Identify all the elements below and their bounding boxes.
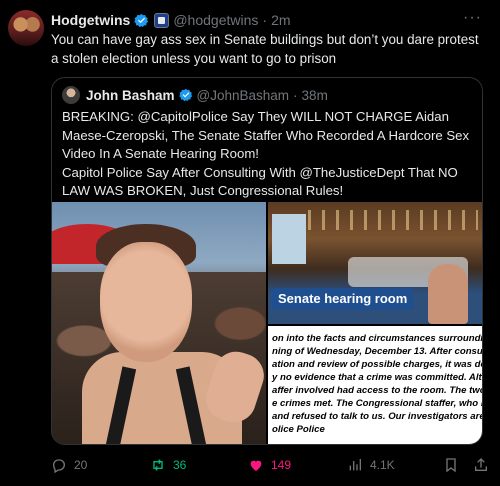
reply-icon [52,459,66,473]
quoted-author-handle[interactable]: @JohnBasham [197,88,290,103]
quoted-text-line: Maese-Czeropski, The Senate Staffer Who … [62,127,470,143]
tweet-text: You can have gay ass sex in Senate build… [51,32,479,66]
heart-icon [250,460,262,471]
views-count: 4.1K [370,458,395,472]
author-avatar[interactable] [8,10,44,46]
tweet[interactable]: Hodgetwins @hodgetwins · 2m ··· You can … [0,0,500,486]
more-options-icon[interactable]: ··· [463,9,482,27]
quoted-tweet-timestamp[interactable]: 38m [302,88,328,103]
author-name[interactable]: Hodgetwins [51,12,130,28]
like-button[interactable]: 149 [248,456,291,474]
share-button[interactable] [473,456,496,474]
tweet-timestamp[interactable]: 2m [271,12,290,28]
separator-dot: · [293,87,298,103]
room-screen [272,214,306,264]
person-face-shape [100,242,192,362]
quoted-text-line: BREAKING: @CapitolPolice Say They WILL N… [62,109,449,124]
document-line: ation and review of possible charges, it… [272,359,482,370]
verified-badge-icon [134,13,149,27]
photo-caption-label: Senate hearing room [272,288,414,310]
verified-badge-icon [178,88,192,102]
photo-document[interactable]: on into the facts and circumstances surr… [268,326,482,444]
quoted-text-line: LAW WAS BROKEN, Just Congressional Rules… [62,183,344,198]
quoted-author-name[interactable]: John Basham [86,88,175,103]
like-count: 149 [271,458,292,472]
quoted-text-line: Video In A Senate Hearing Room! [62,146,259,161]
separator-dot: · [262,12,268,28]
affiliation-badge-icon [154,12,170,28]
document-line: olice Police [272,424,325,435]
document-line: e crimes met. The Congressional staffer,… [272,398,482,409]
ceiling-lights [308,210,478,230]
bar-chart-icon [349,459,361,471]
bookmark-icon [446,458,456,473]
photo-portrait[interactable] [52,202,266,444]
retweet-count: 36 [173,458,187,472]
reply-button[interactable]: 20 [51,456,87,474]
views-button[interactable]: 4.1K [347,456,395,474]
document-line: ning of Wednesday, December 13. After co… [272,346,482,357]
share-icon [475,458,487,471]
photo-hearing-room[interactable]: Senate hearing room [268,202,482,324]
quoted-author-avatar[interactable] [62,86,80,104]
author-handle[interactable]: @hodgetwins [173,12,258,28]
document-line: on into the facts and circumstances surr… [272,333,482,344]
retweet-button[interactable]: 36 [150,456,186,474]
person-shape [428,264,468,324]
tweet-header: Hodgetwins @hodgetwins · 2m [51,11,291,29]
media-grid: Senate hearing room on into the facts an… [52,202,482,444]
document-line: y no evidence that a crime was committed… [272,372,482,383]
reply-count: 20 [74,458,88,472]
quoted-tweet-text: BREAKING: @CapitolPolice Say They WILL N… [62,108,474,201]
document-line: and refused to talk to us. Our investiga… [272,411,482,422]
document-line: affer involved had access to the room. T… [272,385,482,396]
quoted-tweet-header: John Basham @JohnBasham · 38m [62,86,328,104]
bookmark-button[interactable] [443,456,466,474]
quoted-text-line: Capitol Police Say After Consulting With… [62,164,458,180]
tweet-actions: 20 36 149 4.1K [51,456,491,476]
retweet-icon [153,459,163,471]
quoted-tweet[interactable]: John Basham @JohnBasham · 38m BREAKING: … [51,77,483,445]
